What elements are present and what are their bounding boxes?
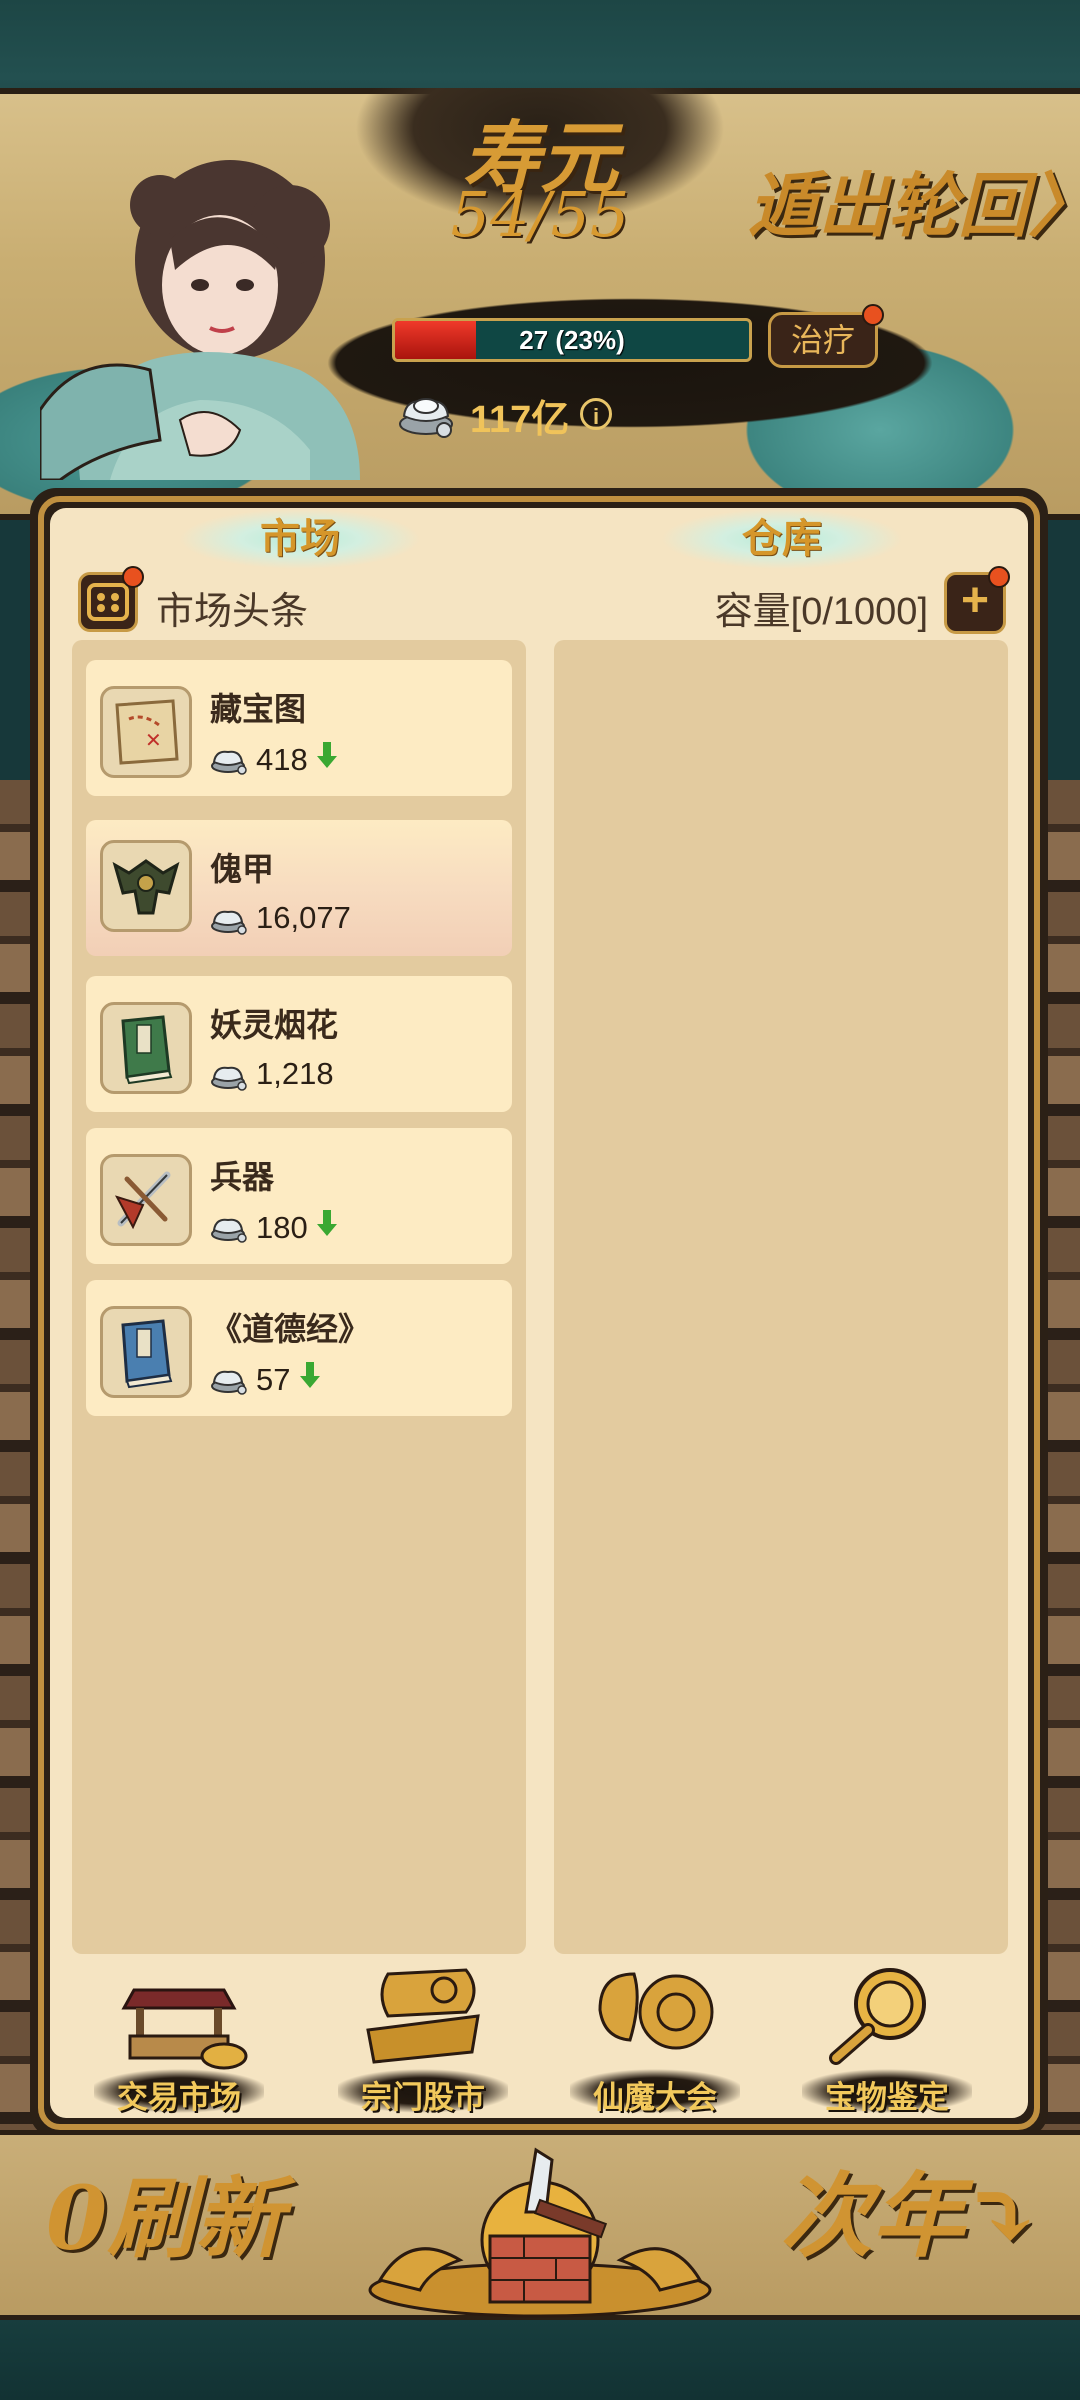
market-item-card[interactable]: 傀甲 16,077	[86, 820, 512, 956]
item-price: 16,077	[256, 900, 351, 935]
silver-ingot-icon	[211, 1218, 247, 1243]
warehouse-capacity: 容量[0/1000]	[714, 591, 928, 633]
market-headline-label[interactable]: 市场头条	[156, 580, 308, 635]
immortal-demon-gathering-icon	[598, 1972, 714, 2050]
health-bar: 27 (23%)	[392, 318, 752, 362]
next-year-button[interactable]: 次年⤵	[780, 2142, 1041, 2275]
price-down-arrow-icon	[317, 1210, 338, 1236]
health-text: 27 (23%)	[519, 325, 625, 355]
market-item-card[interactable]: 《道德经》 57	[86, 1280, 512, 1416]
tab-market[interactable]: 市场	[180, 508, 420, 570]
green-book-icon	[100, 1002, 192, 1094]
tab-warehouse[interactable]: 仓库	[662, 508, 902, 570]
silver-ingot-icon	[211, 910, 247, 935]
silver-amount: 117亿	[470, 399, 570, 441]
lifespan-value: 54/55	[450, 178, 630, 251]
price-down-arrow-icon	[317, 742, 338, 768]
price-down-arrow-icon	[300, 1362, 321, 1388]
market-item-card[interactable]: 妖灵烟花 1,218	[86, 976, 512, 1112]
blue-book-icon	[100, 1306, 192, 1398]
market-item-card[interactable]: 兵器 180	[86, 1128, 512, 1264]
silver-ingot-icon	[211, 1066, 247, 1091]
heal-button[interactable]: 治疗	[768, 312, 878, 368]
refresh-counter[interactable]: 0刷新	[46, 2148, 283, 2275]
silver-ingot-icon	[211, 750, 247, 775]
puppet-armor-icon	[100, 840, 192, 932]
expand-notification-dot	[988, 566, 1010, 588]
nav-label: 宗门股市	[361, 2080, 485, 2115]
nav-label: 交易市场	[117, 2080, 241, 2115]
silver-ingot-icon	[399, 398, 453, 438]
heal-notification-dot	[862, 304, 884, 326]
nav-label: 仙魔大会	[593, 2080, 717, 2115]
info-icon[interactable]: i	[580, 398, 612, 430]
warehouse-list	[554, 640, 1008, 1954]
nav-trading-market[interactable]: 交易市场	[84, 1960, 274, 2120]
item-name: 藏宝图	[210, 691, 307, 727]
weapons-icon	[100, 1154, 192, 1246]
item-name: 妖灵烟花	[210, 1007, 339, 1043]
magnifier-icon	[829, 1968, 926, 2065]
escape-reincarnation-button[interactable]: 遁出轮回〉	[748, 150, 1080, 247]
nav-immortal-demon-gathering[interactable]: 仙魔大会	[560, 1960, 750, 2120]
character-portrait	[40, 160, 360, 480]
silver-ingot-icon	[211, 1370, 247, 1395]
item-name: 《道德经》	[210, 1311, 371, 1347]
market-stall-icon	[121, 1988, 248, 2070]
sect-stock-icon	[366, 1968, 480, 2064]
item-price: 180	[256, 1208, 338, 1246]
item-price: 1,218	[256, 1056, 334, 1091]
nav-label: 宝物鉴定	[825, 2080, 949, 2115]
item-price: 57	[256, 1360, 321, 1398]
treasure-map-icon: ✕	[100, 686, 192, 778]
item-name: 兵器	[210, 1159, 275, 1195]
item-name: 傀甲	[210, 851, 275, 887]
forge-emblem-icon	[368, 2147, 712, 2318]
market-item-card[interactable]: ✕ 藏宝图 418	[86, 660, 512, 796]
item-price: 418	[256, 740, 338, 778]
nav-treasure-appraisal[interactable]: 宝物鉴定	[792, 1960, 982, 2120]
nav-sect-stock-market[interactable]: 宗门股市	[328, 1960, 518, 2120]
headline-notification-dot	[122, 566, 144, 588]
svg-text:✕: ✕	[145, 728, 162, 752]
